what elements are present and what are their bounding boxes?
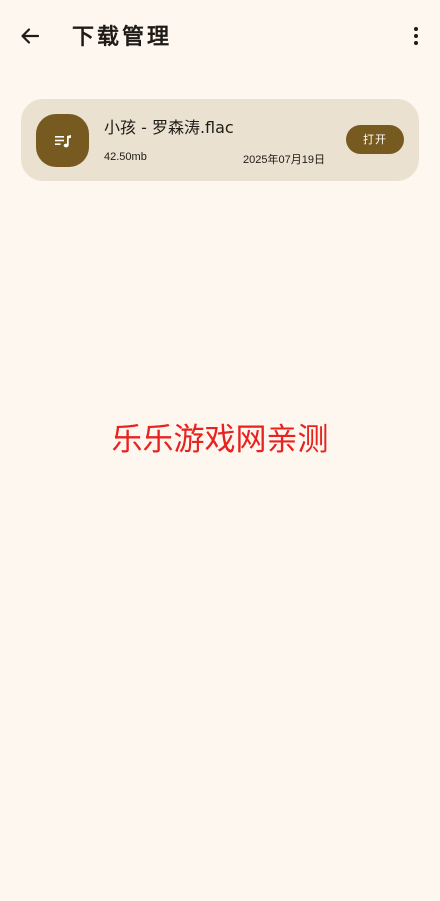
file-type-badge <box>36 114 89 167</box>
file-size: 42.50mb <box>104 151 147 163</box>
app-bar: 下载管理 <box>0 0 440 72</box>
open-button[interactable]: 打开 <box>346 125 404 154</box>
back-button[interactable] <box>14 20 46 52</box>
more-vertical-icon <box>414 27 418 45</box>
page-title: 下载管理 <box>72 24 173 50</box>
more-options-button[interactable] <box>400 20 432 52</box>
download-item[interactable]: 小孩 - 罗森涛.flac 42.50mb 2025年07月19日 打开 <box>21 99 419 181</box>
arrow-left-icon <box>21 28 40 44</box>
download-date: 2025年07月19日 <box>243 154 325 166</box>
music-playlist-icon <box>54 134 71 147</box>
file-name: 小孩 - 罗森涛.flac <box>104 118 234 137</box>
watermark-text: 乐乐游戏网亲测 <box>111 422 329 458</box>
